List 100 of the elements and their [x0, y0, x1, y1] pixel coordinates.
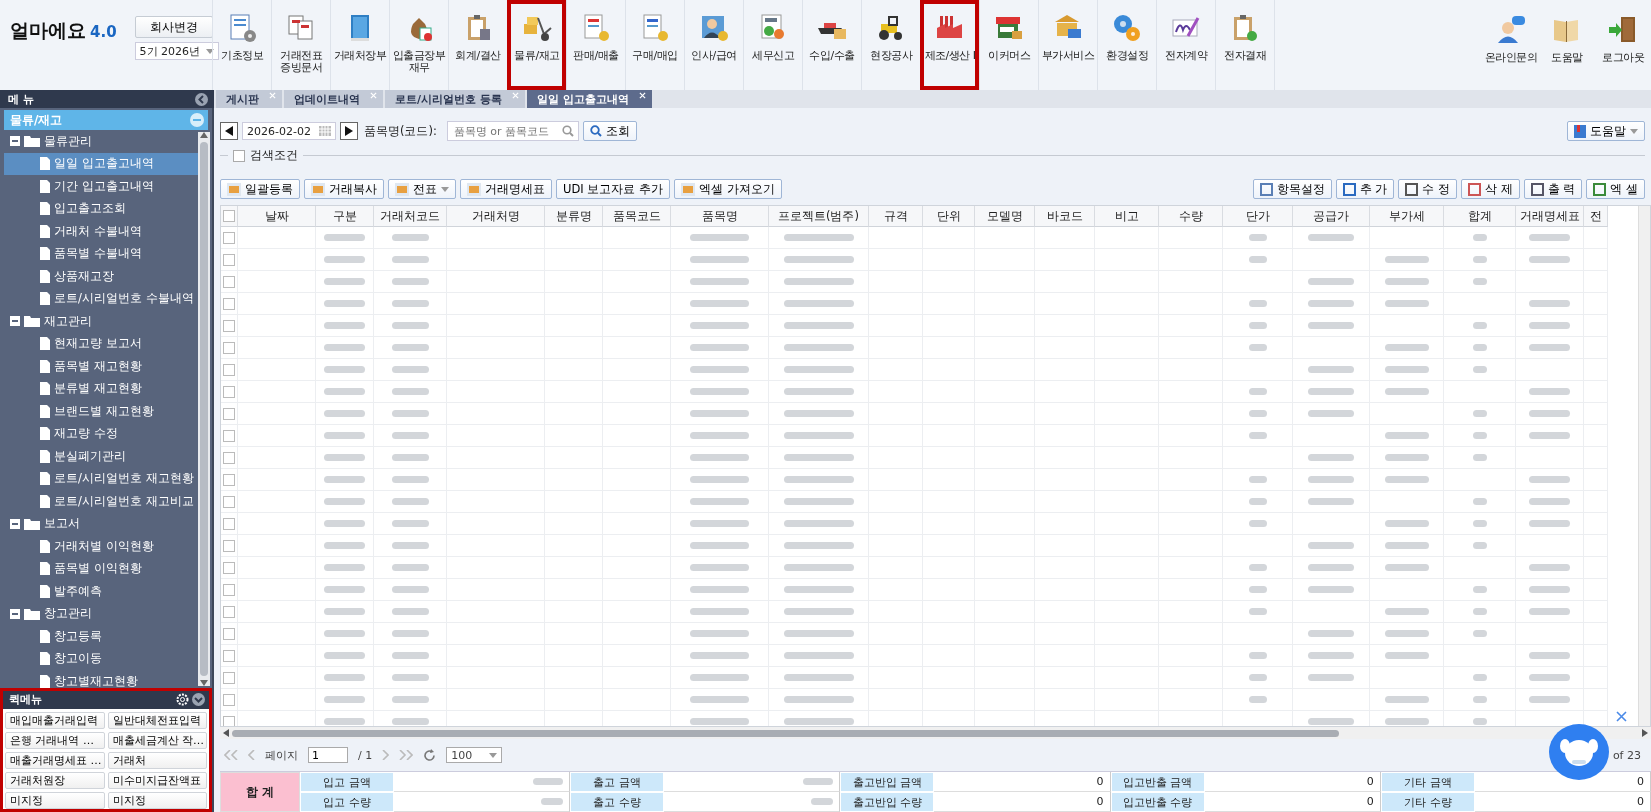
toolbar-item[interactable]: 세무신고	[743, 0, 802, 90]
quick-menu-button[interactable]: 미지정	[107, 791, 207, 809]
tree-item[interactable]: 로트/시리얼번호 수불내역	[4, 287, 198, 310]
row-checkbox[interactable]	[223, 649, 235, 662]
column-header[interactable]: 프로젝트(범주)	[769, 206, 869, 227]
scroll-down-icon[interactable]	[200, 680, 208, 686]
toolbar-button[interactable]: 엑셀 가져오기	[674, 179, 782, 199]
toolbar-button[interactable]: 삭 제	[1461, 179, 1520, 199]
column-header[interactable]: 분류명	[545, 206, 603, 227]
row-checkbox[interactable]	[223, 539, 235, 552]
row-checkbox[interactable]	[223, 693, 235, 706]
column-header[interactable]: 바코드	[1035, 206, 1095, 227]
scroll-right-icon[interactable]	[1642, 729, 1648, 737]
toolbar-button[interactable]: 추 가	[1335, 179, 1395, 199]
toolbar-item[interactable]: 전자계약	[1156, 0, 1215, 90]
quick-menu-button[interactable]: 매입매출거래입력	[5, 711, 105, 729]
row-checkbox[interactable]	[223, 231, 235, 244]
previous-date-button[interactable]	[220, 122, 238, 140]
row-checkbox[interactable]	[223, 473, 235, 486]
column-header[interactable]: 공급가	[1293, 206, 1370, 227]
tree-item[interactable]: 창고등록	[4, 625, 198, 648]
row-checkbox[interactable]	[223, 605, 235, 618]
toolbar-button[interactable]: 항목설정	[1252, 179, 1332, 199]
quick-menu-button[interactable]: 거래처원장	[5, 771, 105, 789]
page-size-dropdown[interactable]: 100	[446, 747, 503, 763]
toolbar-button[interactable]: 출 력	[1523, 179, 1583, 199]
tree-item[interactable]: 현재고량 보고서	[4, 332, 198, 355]
quick-menu-button[interactable]: 은행 거래내역 …	[5, 731, 105, 749]
row-checkbox[interactable]	[223, 495, 235, 508]
collapse-icon[interactable]	[10, 518, 20, 529]
search-icon[interactable]	[561, 125, 574, 137]
row-checkbox[interactable]	[223, 517, 235, 530]
period-dropdown[interactable]: 5기 2026년	[134, 42, 219, 60]
toolbar-button[interactable]: 거래명세표	[460, 179, 552, 199]
column-header[interactable]: 전	[1584, 206, 1608, 227]
column-header[interactable]: 거래처명	[447, 206, 545, 227]
company-change-button[interactable]: 회사변경	[134, 16, 213, 38]
quick-menu-button[interactable]: 일반대체전표입력	[107, 711, 207, 729]
column-header[interactable]: 부가세	[1370, 206, 1444, 227]
tree-item[interactable]: 품목별 재고현황	[4, 355, 198, 378]
row-checkbox[interactable]	[223, 451, 235, 464]
checkbox[interactable]	[233, 149, 245, 162]
column-header[interactable]: 품목명	[671, 206, 769, 227]
refresh-icon[interactable]	[423, 748, 437, 762]
tree-item[interactable]: 브랜드별 재고현황	[4, 400, 198, 423]
tree-item[interactable]: 품목별 이익현황	[4, 557, 198, 580]
page-input[interactable]: 1	[308, 747, 348, 763]
toolbar-item[interactable]: 이커머스	[979, 0, 1038, 90]
tree-item[interactable]: 창고이동	[4, 647, 198, 670]
toolbar-button[interactable]: 일괄등록	[220, 179, 300, 199]
toolbar-button[interactable]: 수 정	[1398, 179, 1458, 199]
toolbar-item[interactable]: 구매/매입	[625, 0, 684, 90]
previous-page-icon[interactable]	[248, 750, 255, 760]
row-checkbox[interactable]	[223, 715, 235, 726]
toolbar-item[interactable]: 판매/매출	[566, 0, 625, 90]
row-checkbox[interactable]	[223, 671, 235, 684]
vertical-scrollbar[interactable]	[1638, 206, 1650, 726]
last-page-icon[interactable]	[399, 750, 414, 760]
row-checkbox[interactable]	[223, 561, 235, 574]
tree-item[interactable]: 거래처 수불내역	[4, 220, 198, 243]
tree-item[interactable]: 로트/시리얼번호 재고비교	[4, 490, 198, 513]
row-checkbox[interactable]	[223, 407, 235, 420]
toolbar-item[interactable]: 인사/급여	[684, 0, 743, 90]
column-header[interactable]: 단가	[1223, 206, 1293, 227]
collapse-icon[interactable]	[10, 608, 20, 619]
toolbar-item[interactable]: 회계/결산	[448, 0, 507, 90]
row-checkbox[interactable]	[223, 297, 235, 310]
search-field[interactable]: 품목명 or 품목코드	[446, 121, 579, 141]
column-header[interactable]: 날짜	[238, 206, 316, 227]
scrollbar[interactable]	[198, 132, 210, 686]
toolbar-item[interactable]: 온라인문의	[1483, 0, 1539, 90]
toolbar-item[interactable]: 제조/생산 I	[920, 0, 979, 90]
column-header[interactable]: 규격	[869, 206, 923, 227]
tree-item[interactable]: 로트/시리얼번호 재고현황	[4, 467, 198, 490]
column-header[interactable]: 구분	[316, 206, 374, 227]
horizontal-scrollbar[interactable]	[220, 727, 1651, 739]
tree-folder[interactable]: 재고관리	[44, 313, 92, 329]
toolbar-button[interactable]: 엑 셀	[1586, 179, 1645, 199]
toolbar-button[interactable]: UDI 보고자료 추가	[556, 179, 670, 199]
next-date-button[interactable]	[340, 122, 358, 140]
row-checkbox[interactable]	[223, 627, 235, 640]
column-header[interactable]: 비고	[1095, 206, 1159, 227]
toolbar-item[interactable]: 전자결재	[1215, 0, 1274, 90]
collapse-icon[interactable]	[10, 136, 20, 147]
tree-folder[interactable]: 물류관리	[44, 133, 92, 149]
toolbar-item[interactable]: 거래전표 증빙문서	[271, 0, 330, 90]
quick-menu-button[interactable]: 매출거래명세표 …	[5, 751, 105, 769]
dropdown-button[interactable]: 전표	[388, 179, 456, 199]
row-checkbox[interactable]	[223, 429, 235, 442]
date-field[interactable]: 2026-02-02	[242, 122, 336, 140]
select-all-checkbox[interactable]	[223, 210, 235, 222]
calendar-icon[interactable]	[319, 126, 331, 136]
row-checkbox[interactable]	[223, 341, 235, 354]
column-header[interactable]: 모델명	[975, 206, 1035, 227]
column-header[interactable]: 수량	[1159, 206, 1223, 227]
help-button[interactable]: 도움말	[1567, 121, 1645, 141]
tab[interactable]: 로트/시리얼번호 등록	[385, 90, 525, 108]
tree-item[interactable]: 재고량 수정	[4, 422, 198, 445]
quick-menu-button[interactable]: 매출세금계산 작…	[107, 731, 207, 749]
row-checkbox[interactable]	[223, 385, 235, 398]
